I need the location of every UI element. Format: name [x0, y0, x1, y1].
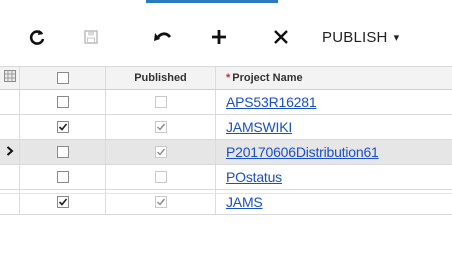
row-indicator-cell[interactable] — [0, 140, 20, 164]
select-all-header[interactable] — [20, 67, 106, 89]
chevron-down-icon: ▾ — [393, 31, 400, 44]
published-checkbox — [154, 96, 167, 108]
project-name-link[interactable]: JAMS — [226, 194, 263, 210]
project-name-cell[interactable]: JAMSWIKI — [216, 115, 452, 139]
published-cell — [106, 115, 216, 139]
published-cell — [106, 90, 216, 114]
row-select-checkbox[interactable] — [56, 146, 69, 158]
published-cell — [106, 165, 216, 189]
project-name-header-label: Project Name — [232, 72, 303, 84]
row-select-checkbox[interactable] — [56, 96, 69, 108]
chevron-right-icon — [6, 143, 14, 161]
table-row[interactable]: JAMSWIKI — [0, 115, 452, 140]
row-select-checkbox[interactable] — [56, 171, 69, 183]
publish-label: PUBLISH — [322, 28, 388, 46]
row-select-cell[interactable] — [20, 115, 106, 139]
row-select-cell[interactable] — [20, 90, 106, 114]
project-name-cell[interactable]: POstatus — [216, 165, 452, 189]
project-name-link[interactable]: POstatus — [226, 169, 282, 185]
required-marker: * — [226, 72, 231, 84]
row-indicator-cell[interactable] — [0, 90, 20, 114]
published-checkbox — [154, 171, 167, 183]
table-row[interactable]: APS53R16281 — [0, 90, 452, 115]
grid-settings-icon[interactable] — [3, 69, 16, 87]
row-select-checkbox[interactable] — [56, 121, 69, 133]
active-tab-indicator — [146, 0, 278, 3]
published-checkbox — [154, 146, 167, 158]
project-name-cell[interactable]: P20170606Distribution61 — [216, 140, 452, 164]
row-indicator-cell[interactable] — [0, 115, 20, 139]
column-header-published[interactable]: Published — [106, 67, 216, 89]
publish-button[interactable]: PUBLISH ▾ — [322, 24, 442, 50]
table-row[interactable]: P20170606Distribution61 — [0, 140, 452, 165]
published-checkbox — [154, 121, 167, 133]
save-button[interactable] — [78, 24, 104, 50]
published-header-label: Published — [134, 72, 187, 84]
undo-icon — [153, 29, 173, 45]
table-row[interactable]: POstatus — [0, 165, 452, 190]
undo-button[interactable] — [150, 24, 176, 50]
select-all-checkbox[interactable] — [56, 72, 69, 84]
refresh-icon — [28, 28, 46, 46]
add-icon — [210, 28, 228, 46]
toolbar: PUBLISH ▾ — [0, 14, 452, 58]
project-name-link[interactable]: APS53R16281 — [226, 94, 317, 110]
add-button[interactable] — [206, 24, 232, 50]
published-cell — [106, 140, 216, 164]
project-name-cell[interactable]: APS53R16281 — [216, 90, 452, 114]
grid-header: Published * Project Name — [0, 66, 452, 90]
column-header-project-name[interactable]: * Project Name — [216, 67, 452, 89]
project-name-link[interactable]: P20170606Distribution61 — [226, 144, 379, 160]
row-select-checkbox[interactable] — [56, 196, 69, 208]
project-name-link[interactable]: JAMSWIKI — [226, 119, 292, 135]
row-select-cell[interactable] — [20, 165, 106, 189]
published-checkbox — [154, 196, 167, 208]
column-selector-header[interactable] — [0, 67, 20, 89]
row-indicator-cell[interactable] — [0, 165, 20, 189]
refresh-button[interactable] — [24, 24, 50, 50]
row-select-cell[interactable] — [20, 140, 106, 164]
grid-bottom-border — [0, 193, 452, 194]
close-icon — [273, 29, 289, 45]
delete-button[interactable] — [268, 24, 294, 50]
save-icon — [83, 29, 99, 45]
